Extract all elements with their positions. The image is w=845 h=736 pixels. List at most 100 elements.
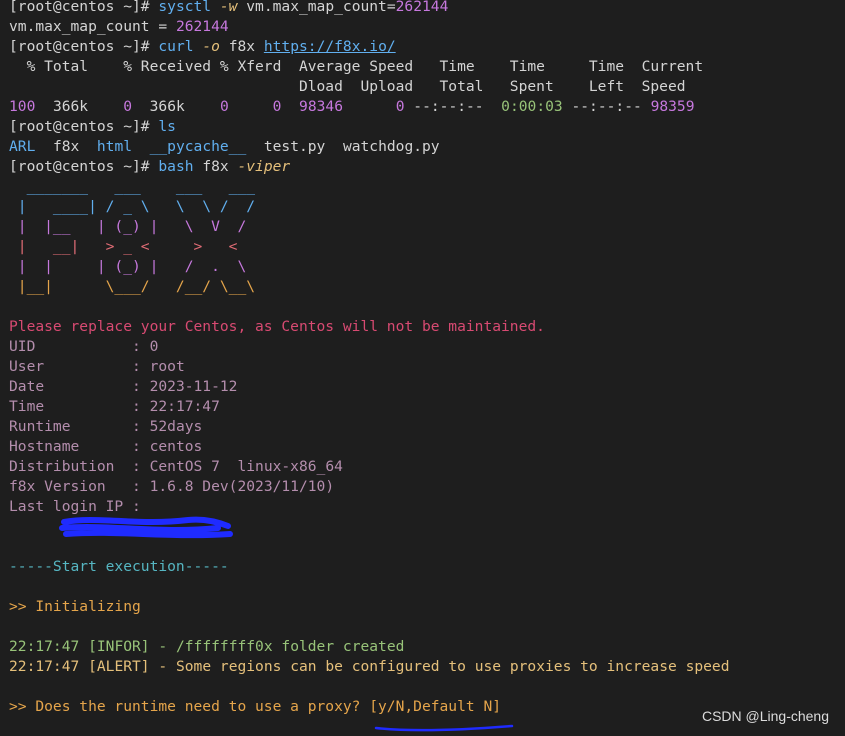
terminal-line-bash: [root@centos ~]# bash f8x -viper — [9, 157, 290, 177]
info-sep: : — [132, 478, 150, 495]
shell-prompt: [root@centos ~]# — [9, 38, 159, 55]
question-text: >> Does the runtime need to use a proxy? — [9, 698, 370, 715]
info-value: centos — [149, 438, 203, 455]
info-row: Runtime : 52days — [9, 417, 202, 437]
command-arg: f8x — [202, 158, 229, 175]
file-entry: f8x — [52, 138, 80, 155]
terminal-line-2: vm.max_map_count = 262144 — [9, 17, 229, 37]
info-sep: : — [132, 338, 150, 355]
info-key: f8x Version — [9, 478, 133, 495]
info-row: UID : 0 — [9, 337, 158, 357]
info-row: Time : 22:17:47 — [9, 397, 220, 417]
info-key: User — [9, 358, 133, 375]
log-time: 22:17:47 — [9, 658, 80, 675]
output-text: vm.max_map_count = — [9, 18, 176, 35]
dir-entry: __pycache__ — [149, 138, 247, 155]
info-key: Hostname — [9, 438, 133, 455]
info-sep: : — [132, 358, 150, 375]
progress-time-total: --:--:-- — [413, 98, 484, 115]
curl-progress: 100 366k 0 366k 0 0 98346 0 --:--:-- 0:0… — [9, 97, 695, 117]
dir-entry: ARL — [9, 138, 36, 155]
command-name: bash — [158, 158, 194, 175]
shell-prompt: [root@centos ~]# — [9, 118, 159, 135]
terminal-line-1: [root@centos ~]# sysctl -w vm.max_map_co… — [9, 0, 448, 17]
start-banner: -----Start execution----- — [9, 558, 229, 575]
info-sep: : — [132, 378, 150, 395]
curl-header-1: % Total % Received % Xferd Average Speed… — [9, 58, 704, 75]
question-options: [y/N,Default N] — [369, 698, 502, 715]
init-message: >> Initializing — [9, 598, 141, 615]
ascii-logo-line: | |__ | (_) | \ V / — [9, 218, 247, 235]
dir-entry: html — [96, 138, 133, 155]
progress-time-left: --:--:-- — [571, 98, 642, 115]
info-key: UID — [9, 338, 133, 355]
progress-xferd: 0 — [272, 98, 282, 115]
log-line: 22:17:47 [ALERT] - Some regions can be c… — [9, 657, 730, 677]
log-message: - Some regions can be configured to use … — [158, 658, 730, 675]
progress-xferd-pct: 0 — [219, 98, 229, 115]
output-value: 262144 — [175, 18, 229, 35]
log-tag: [ALERT] — [88, 658, 150, 675]
info-key: Runtime — [9, 418, 133, 435]
progress-speed: 98359 — [650, 98, 695, 115]
progress-time-spent: 0:00:03 — [501, 98, 563, 115]
command-flag: -viper — [237, 158, 291, 175]
terminal-window[interactable]: [root@centos ~]# sysctl -w vm.max_map_co… — [0, 0, 845, 736]
command-arg: f8x — [228, 38, 256, 55]
command-name: sysctl — [158, 0, 212, 15]
progress-received: 366k — [149, 98, 185, 115]
ascii-logo-line: | | | (_) | / . \ — [9, 258, 247, 275]
info-sep: : — [132, 438, 150, 455]
info-value: 22:17:47 — [149, 398, 220, 415]
ascii-logo-line: |__| \___/ /__/ \__\ — [9, 278, 256, 295]
warning-message: Please replace your Centos, as Centos wi… — [9, 318, 545, 335]
shell-prompt: [root@centos ~]# — [9, 0, 159, 15]
file-entry: watchdog.py — [342, 138, 440, 155]
info-sep: : — [132, 418, 150, 435]
info-row: User : root — [9, 357, 185, 377]
shell-prompt: [root@centos ~]# — [9, 158, 159, 175]
command-arg: vm.max_map_count= — [246, 0, 396, 15]
ascii-logo-line: | ____| / _ \ \ \ / / — [9, 198, 256, 215]
info-row: f8x Version : 1.6.8 Dev(2023/11/10) — [9, 477, 334, 497]
progress-upload: 0 — [395, 98, 405, 115]
info-key: Date — [9, 378, 133, 395]
ascii-logo-line: _______ ___ ___ ___ — [9, 178, 256, 195]
progress-total: 366k — [52, 98, 89, 115]
curl-header-2: Dload Upload Total Spent Left Speed — [9, 78, 686, 95]
ls-output: ARL f8x html __pycache__ test.py watchdo… — [9, 137, 440, 157]
url-link[interactable]: https://f8x.io/ — [264, 38, 396, 55]
info-value: CentOS 7 linux-x86_64 — [149, 458, 343, 475]
info-row: Distribution : CentOS 7 linux-x86_64 — [9, 457, 343, 477]
info-sep: : — [132, 498, 150, 515]
proxy-question[interactable]: >> Does the runtime need to use a proxy?… — [9, 697, 501, 717]
progress-percent: 100 — [9, 98, 36, 115]
info-key: Last login IP — [9, 498, 133, 515]
log-tag: [INFOR] — [88, 638, 150, 655]
info-value: 52days — [149, 418, 203, 435]
redaction-scribble — [59, 516, 233, 539]
info-row: Hostname : centos — [9, 437, 202, 457]
info-key: Time — [9, 398, 133, 415]
command-name: ls — [158, 118, 176, 135]
command-name: curl — [158, 38, 194, 55]
ascii-logo-line: | __| > _ < > < — [9, 238, 238, 255]
command-value: 262144 — [395, 0, 449, 15]
progress-received-pct: 0 — [123, 98, 133, 115]
progress-dload: 98346 — [299, 98, 343, 115]
info-value: root — [149, 358, 185, 375]
watermark: CSDN @Ling-cheng — [701, 708, 829, 724]
info-sep: : — [132, 458, 150, 475]
log-time: 22:17:47 — [9, 638, 80, 655]
underline-annotation — [374, 724, 514, 732]
log-line: 22:17:47 [INFOR] - /ffffffff0x folder cr… — [9, 637, 404, 657]
command-flag: -o — [202, 38, 220, 55]
info-row: Date : 2023-11-12 — [9, 377, 237, 397]
info-value: 0 — [149, 338, 159, 355]
info-key: Distribution — [9, 458, 133, 475]
terminal-line-ls: [root@centos ~]# ls — [9, 117, 176, 137]
terminal-line-3: [root@centos ~]# curl -o f8x https://f8x… — [9, 37, 396, 57]
file-entry: test.py — [263, 138, 326, 155]
log-message: - /ffffffff0x folder created — [158, 638, 405, 655]
info-value: 1.6.8 Dev(2023/11/10) — [149, 478, 335, 495]
